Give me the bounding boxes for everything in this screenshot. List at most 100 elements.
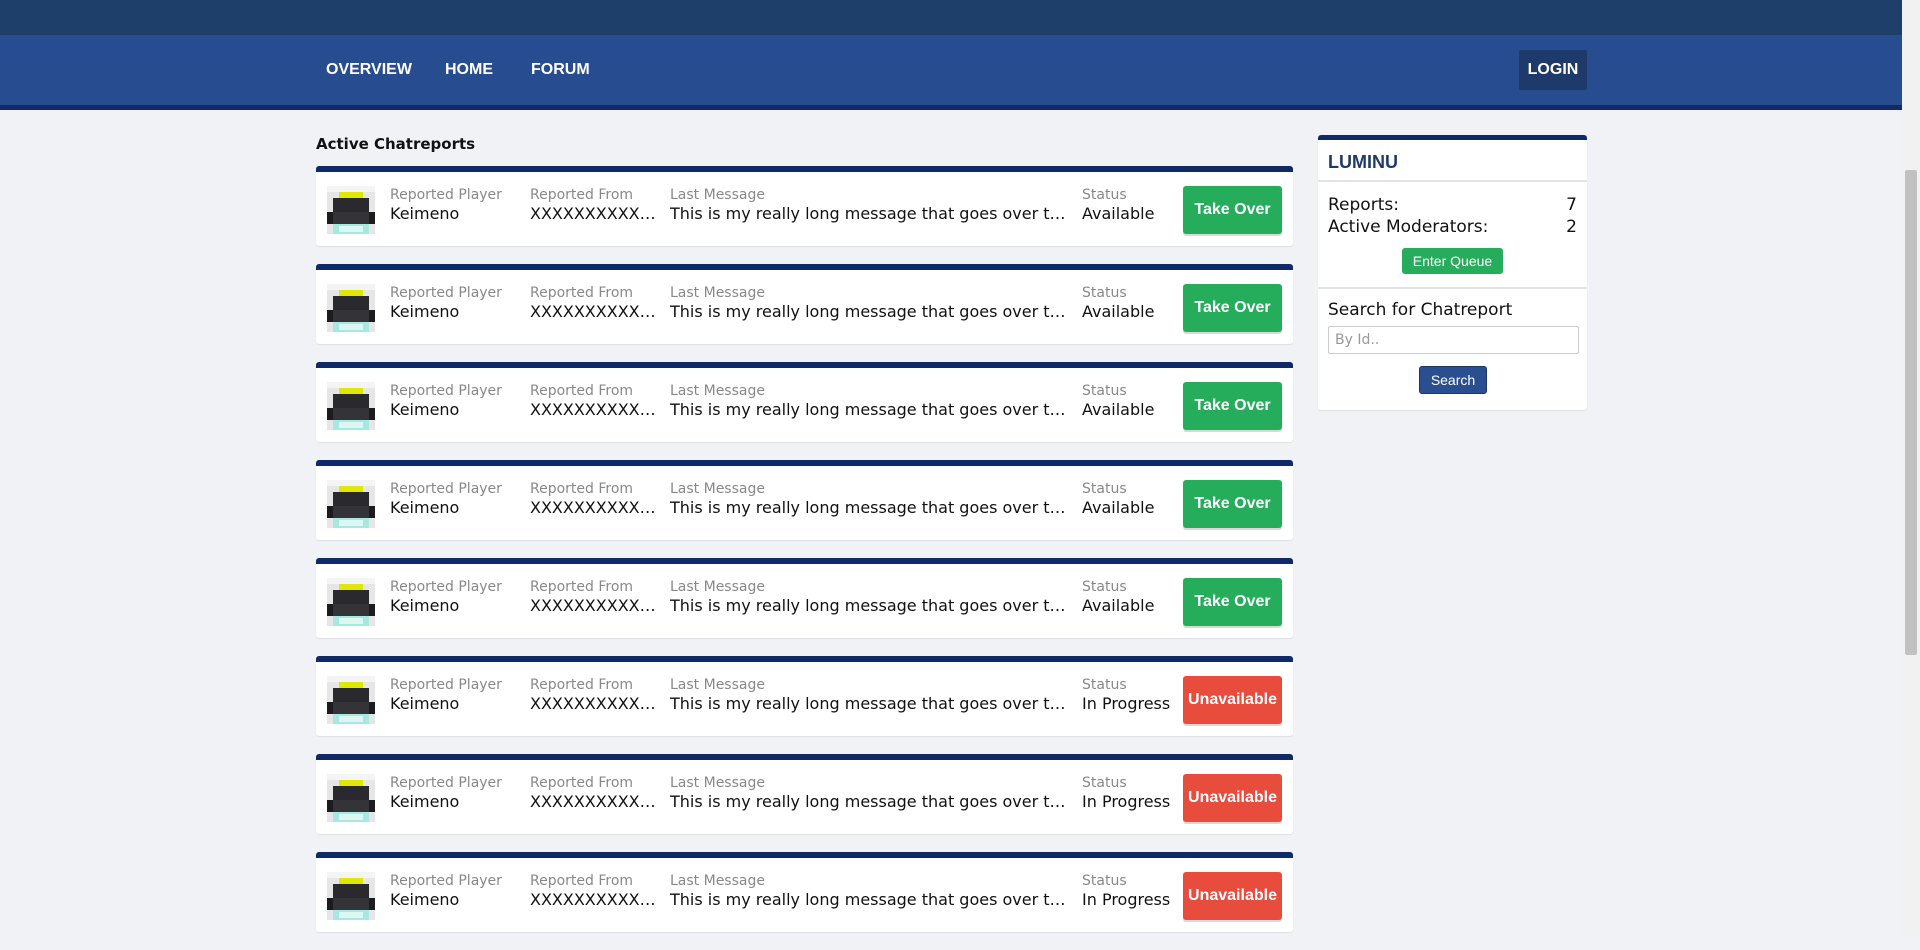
- status-value: Available: [1082, 596, 1155, 615]
- navbar: [0, 35, 1902, 105]
- reported-player-value: Keimeno: [390, 400, 460, 419]
- player-avatar: [327, 872, 375, 920]
- last-message-column: Last Message This is my really long mess…: [670, 382, 1070, 420]
- player-avatar: [327, 578, 375, 626]
- take-over-button[interactable]: Take Over: [1183, 578, 1282, 626]
- last-message-label: Last Message: [670, 285, 765, 301]
- reported-from-label: Reported From: [530, 187, 634, 203]
- reports-label: Reports:: [1328, 195, 1399, 215]
- enter-queue-button[interactable]: Enter Queue: [1402, 248, 1503, 274]
- last-message-value: This is my really long message that goes…: [670, 204, 1070, 223]
- last-message-value: This is my really long message that goes…: [670, 890, 1070, 909]
- status-value: Available: [1082, 400, 1155, 419]
- reported-player-column: Reported Player Keimeno: [390, 480, 520, 518]
- login-button[interactable]: LOGIN: [1519, 50, 1587, 90]
- last-message-label: Last Message: [670, 481, 765, 497]
- sidebar: LUMINU Reports: 7 Active Moderators: 2 E…: [1318, 135, 1587, 410]
- last-message-column: Last Message This is my really long mess…: [670, 480, 1070, 518]
- player-avatar: [327, 186, 375, 234]
- player-avatar: [327, 774, 375, 822]
- unavailable-button[interactable]: Unavailable: [1183, 774, 1282, 822]
- search-title: Search for Chatreport: [1328, 300, 1513, 320]
- nav-overview[interactable]: OVERVIEW: [326, 35, 412, 105]
- player-avatar: [327, 480, 375, 528]
- status-value: Available: [1082, 204, 1155, 223]
- last-message-value: This is my really long message that goes…: [670, 694, 1070, 713]
- reported-from-value: XXXXXXXXXXXX...: [530, 890, 664, 909]
- reported-player-value: Keimeno: [390, 204, 460, 223]
- reported-player-column: Reported Player Keimeno: [390, 872, 520, 910]
- status-value: Available: [1082, 498, 1155, 517]
- navbar-underline: [0, 105, 1902, 110]
- report-row: Reported Player Keimeno Reported From XX…: [316, 362, 1293, 442]
- reported-from-label: Reported From: [530, 285, 634, 301]
- unavailable-button[interactable]: Unavailable: [1183, 872, 1282, 920]
- last-message-column: Last Message This is my really long mess…: [670, 284, 1070, 322]
- take-over-button[interactable]: Take Over: [1183, 480, 1282, 528]
- report-row: Reported Player Keimeno Reported From XX…: [316, 460, 1293, 540]
- status-value: In Progress: [1082, 890, 1171, 909]
- status-column: Status Available: [1082, 382, 1192, 420]
- nav-forum[interactable]: FORUM: [531, 35, 590, 105]
- last-message-label: Last Message: [670, 677, 765, 693]
- unavailable-button[interactable]: Unavailable: [1183, 676, 1282, 724]
- reported-player-value: Keimeno: [390, 792, 460, 811]
- player-avatar: [327, 284, 375, 332]
- status-column: Status In Progress: [1082, 676, 1192, 714]
- reported-player-column: Reported Player Keimeno: [390, 186, 520, 224]
- last-message-column: Last Message This is my really long mess…: [670, 578, 1070, 616]
- search-input[interactable]: [1328, 326, 1579, 354]
- scrollbar-thumb[interactable]: [1905, 170, 1917, 655]
- take-over-button[interactable]: Take Over: [1183, 284, 1282, 332]
- last-message-column: Last Message This is my really long mess…: [670, 186, 1070, 224]
- last-message-value: This is my really long message that goes…: [670, 792, 1070, 811]
- reported-from-column: Reported From XXXXXXXXXXXX...: [530, 872, 664, 910]
- report-list: Reported Player Keimeno Reported From XX…: [316, 166, 1293, 950]
- report-row: Reported Player Keimeno Reported From XX…: [316, 166, 1293, 246]
- reported-player-label: Reported Player: [390, 481, 502, 497]
- take-over-button[interactable]: Take Over: [1183, 382, 1282, 430]
- nav-home[interactable]: HOME: [445, 35, 493, 105]
- report-row: Reported Player Keimeno Reported From XX…: [316, 264, 1293, 344]
- status-column: Status Available: [1082, 186, 1192, 224]
- player-avatar: [327, 676, 375, 724]
- reported-from-value: XXXXXXXXXXXX...: [530, 204, 664, 223]
- last-message-value: This is my really long message that goes…: [670, 400, 1070, 419]
- divider: [1318, 180, 1587, 182]
- reported-from-column: Reported From XXXXXXXXXXXX...: [530, 676, 664, 714]
- reported-player-label: Reported Player: [390, 873, 502, 889]
- status-label: Status: [1082, 187, 1127, 203]
- last-message-label: Last Message: [670, 187, 765, 203]
- reported-from-label: Reported From: [530, 579, 634, 595]
- last-message-column: Last Message This is my really long mess…: [670, 872, 1070, 910]
- status-label: Status: [1082, 579, 1127, 595]
- reported-from-value: XXXXXXXXXXXX...: [530, 302, 664, 321]
- reported-player-column: Reported Player Keimeno: [390, 676, 520, 714]
- last-message-column: Last Message This is my really long mess…: [670, 676, 1070, 714]
- moderators-label: Active Moderators:: [1328, 217, 1489, 237]
- reported-player-value: Keimeno: [390, 302, 460, 321]
- reported-from-label: Reported From: [530, 481, 634, 497]
- reported-player-value: Keimeno: [390, 694, 460, 713]
- status-label: Status: [1082, 383, 1127, 399]
- reported-from-column: Reported From XXXXXXXXXXXX...: [530, 774, 664, 812]
- search-button[interactable]: Search: [1419, 366, 1487, 394]
- last-message-label: Last Message: [670, 383, 765, 399]
- reported-player-label: Reported Player: [390, 677, 502, 693]
- take-over-button[interactable]: Take Over: [1183, 186, 1282, 234]
- divider: [1318, 287, 1587, 289]
- last-message-label: Last Message: [670, 579, 765, 595]
- reported-player-label: Reported Player: [390, 187, 502, 203]
- reported-from-value: XXXXXXXXXXXX...: [530, 792, 664, 811]
- moderators-count: 2: [1566, 217, 1577, 237]
- reported-from-label: Reported From: [530, 775, 634, 791]
- reported-from-column: Reported From XXXXXXXXXXXX...: [530, 578, 664, 616]
- brand-name: LUMINU: [1328, 152, 1398, 172]
- reported-player-value: Keimeno: [390, 890, 460, 909]
- reported-from-value: XXXXXXXXXXXX...: [530, 498, 664, 517]
- status-value: Available: [1082, 302, 1155, 321]
- status-value: In Progress: [1082, 792, 1171, 811]
- reported-player-column: Reported Player Keimeno: [390, 382, 520, 420]
- reported-from-column: Reported From XXXXXXXXXXXX...: [530, 186, 664, 224]
- reported-from-value: XXXXXXXXXXXX...: [530, 400, 664, 419]
